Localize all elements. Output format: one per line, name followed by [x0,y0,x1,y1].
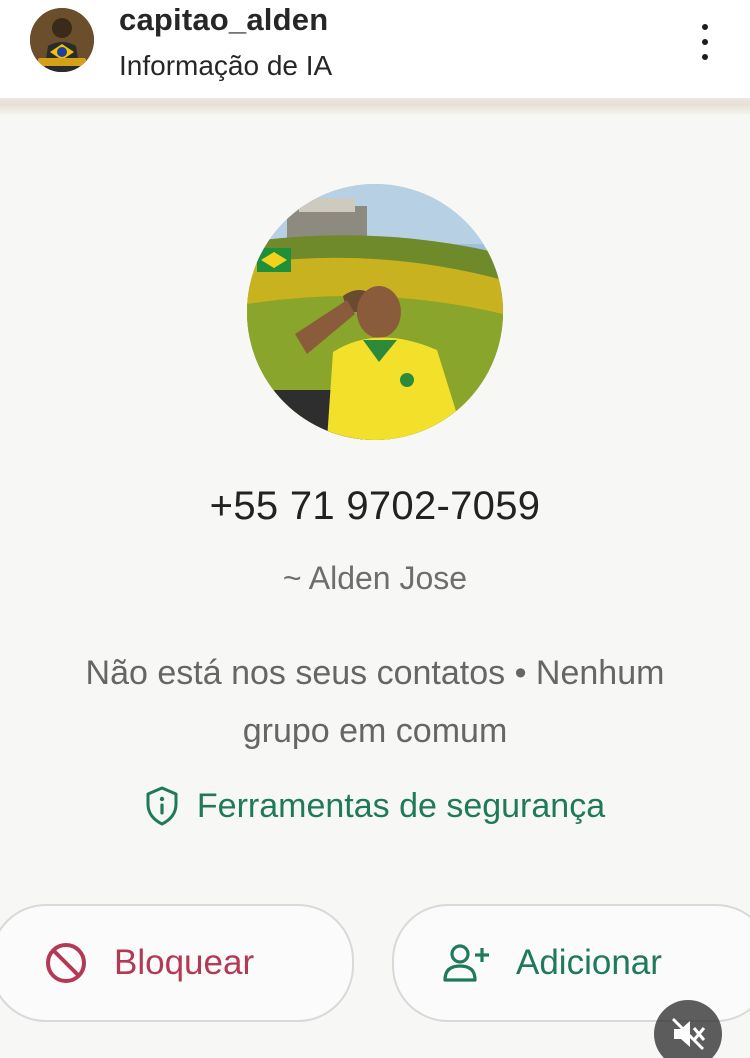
block-icon [46,943,86,983]
contact-info-screenshot: +55 71 9702-7059 ~ Alden Jose Não está n… [0,98,750,1058]
story-header: capitao_alden Informação de IA [0,0,750,98]
divider [0,98,750,114]
contact-status-line: grupo em comum [242,712,508,750]
security-tools-link[interactable]: Ferramentas de segurança [0,786,750,826]
more-vertical-icon[interactable] [690,20,720,64]
contact-status-line: Não está nos seus contatos • Nenhum [85,654,665,692]
ai-info-label[interactable]: Informação de IA [119,50,332,82]
block-button[interactable]: Bloquear [0,904,354,1022]
add-contact-label: Adicionar [516,943,662,982]
contact-status-text: Não está nos seus contatos • Nenhum grup… [20,644,730,760]
contact-alias: ~ Alden Jose [282,560,468,596]
username[interactable]: capitao_alden [119,2,328,38]
add-user-icon [443,944,489,982]
block-button-label: Bloquear [114,943,255,982]
security-tools-label: Ferramentas de segurança [196,786,606,825]
contact-photo [247,184,503,440]
contact-phone: +55 71 9702-7059 [209,484,541,528]
profile-avatar[interactable] [30,8,94,72]
shield-info-icon [146,786,178,826]
